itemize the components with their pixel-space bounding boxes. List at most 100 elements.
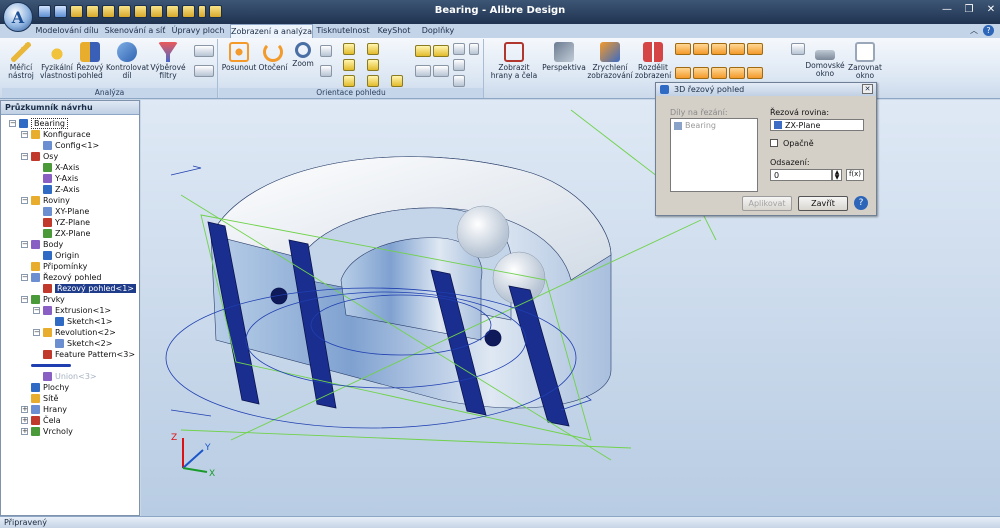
view-left-button-icon[interactable] — [343, 59, 355, 71]
tree-expander-icon[interactable]: + — [21, 406, 28, 413]
tree-item[interactable]: − Prvky — [21, 294, 65, 305]
tree-item[interactable]: − Roviny — [21, 195, 70, 206]
tab-tisknutelnost[interactable]: Tisknutelnost — [316, 24, 370, 38]
apply-button[interactable]: Aplikovat — [742, 196, 792, 211]
tree-item[interactable]: − Řezový pohled — [21, 272, 102, 283]
offset-field[interactable]: 0 — [770, 169, 832, 181]
orient-rotate-right-icon[interactable] — [433, 45, 449, 57]
tab-doplnky[interactable]: Doplňky — [418, 24, 458, 38]
view-bottom-button-icon[interactable] — [367, 75, 379, 87]
style-icon-1[interactable] — [675, 43, 691, 55]
tree-item[interactable]: X-Axis — [33, 162, 79, 173]
orient-reset-icon[interactable] — [453, 75, 465, 87]
orient-settings-icon[interactable] — [453, 59, 465, 71]
tree-item[interactable]: Z-Axis — [33, 184, 80, 195]
tree-expander-icon[interactable]: − — [21, 197, 28, 204]
tree-item[interactable]: − Body — [21, 239, 63, 250]
tree-item[interactable]: − Osy — [21, 151, 58, 162]
measure-tool-button[interactable]: Měřicí nástroj — [4, 42, 38, 80]
show-edges-faces-button[interactable]: Zobrazit hrany a čela — [487, 42, 541, 80]
tree-item[interactable]: Sketch<1> — [45, 316, 112, 327]
check-part-button[interactable]: Kontrolovat díl — [106, 42, 149, 80]
style-icon-7[interactable] — [693, 67, 709, 79]
tree-item[interactable]: Sketch<2> — [45, 338, 112, 349]
camera-icon[interactable] — [453, 43, 465, 55]
orient-left-arrow-icon[interactable] — [415, 65, 431, 77]
zoom-in-icon[interactable] — [320, 45, 332, 57]
align-view-button[interactable]: Zarovnat okno — [845, 42, 885, 80]
tree-item[interactable]: YZ-Plane — [33, 217, 90, 228]
tree-item[interactable]: Y-Axis — [33, 173, 78, 184]
view-back-button-icon[interactable] — [367, 43, 379, 55]
tree-expander-icon[interactable]: − — [21, 274, 28, 281]
fx-button[interactable]: f(x) — [846, 169, 864, 181]
close-button[interactable]: Zavřít — [798, 196, 848, 211]
tab-upravy-ploch[interactable]: Úpravy ploch — [170, 24, 226, 38]
tree-item[interactable]: Union<3> — [33, 371, 97, 382]
tree-item[interactable]: ZX-Plane — [33, 228, 90, 239]
tab-modelovani-dilu[interactable]: Modelování dílu — [34, 24, 100, 38]
view-front-button-icon[interactable] — [343, 43, 355, 55]
tree-expander-icon[interactable]: + — [21, 417, 28, 424]
tree-expander-icon[interactable]: − — [9, 120, 16, 127]
tab-skenovani-a-sit[interactable]: Skenování a síť — [102, 24, 168, 38]
rotate-button[interactable]: Otočení — [257, 42, 289, 72]
tree-expander-icon[interactable]: − — [21, 131, 28, 138]
style-icon-9[interactable] — [729, 67, 745, 79]
tree-item[interactable]: − Revolution<2> — [33, 327, 116, 338]
tree-item[interactable]: + Čela — [21, 415, 61, 426]
app-menu-orb[interactable]: A — [3, 2, 33, 32]
select-filters-button[interactable]: Výběrové filtry — [148, 42, 188, 80]
tree-expander-icon[interactable]: − — [33, 307, 40, 314]
tab-keyshot[interactable]: KeyShot — [376, 24, 412, 38]
physical-properties-button[interactable]: Fyzikální vlastnosti — [40, 42, 76, 80]
pan-button[interactable]: Posunout — [221, 42, 257, 72]
style-icon-2[interactable] — [693, 43, 709, 55]
eye-icon[interactable] — [469, 43, 479, 55]
style-icon-4[interactable] — [729, 43, 745, 55]
minimize-icon[interactable]: — — [941, 4, 953, 15]
tree-item[interactable]: Připomínky — [21, 261, 87, 272]
ribbon-collapse-icon[interactable]: ︿ — [970, 25, 978, 36]
tree-item[interactable]: + Hrany — [21, 404, 67, 415]
close-icon[interactable]: ✕ — [985, 4, 997, 15]
style-icon-10[interactable] — [747, 67, 763, 79]
light-icon[interactable] — [791, 43, 805, 55]
tree-item[interactable]: Řezový pohled<1> — [33, 283, 136, 294]
tree-item[interactable]: Origin — [33, 250, 79, 261]
orient-right-arrow-icon[interactable] — [433, 65, 449, 77]
render-mode-dropdown[interactable] — [194, 65, 214, 77]
dialog-help-icon[interactable]: ? — [854, 196, 868, 210]
section-view-button[interactable]: Řezový pohled — [74, 42, 106, 80]
tree-item[interactable]: − Bearing — [9, 118, 68, 129]
opposite-checkbox[interactable] — [770, 139, 778, 147]
perspective-button[interactable]: Perspektiva — [541, 42, 587, 72]
style-icon-6[interactable] — [675, 67, 691, 79]
zoom-fit-icon[interactable] — [320, 65, 332, 77]
display-mode-dropdown[interactable] — [194, 45, 214, 57]
style-icon-3[interactable] — [711, 43, 727, 55]
style-icon-8[interactable] — [711, 67, 727, 79]
tree-item[interactable]: − Extrusion<1> — [33, 305, 111, 316]
tree-item[interactable]: Sítě — [21, 393, 58, 404]
tree-item[interactable]: Feature Pattern<3> — [33, 349, 135, 360]
dialog-close-icon[interactable]: ✕ — [862, 84, 873, 94]
plane-field[interactable]: ZX-Plane — [770, 119, 864, 131]
offset-stepper[interactable]: ▲ ▼ — [832, 169, 842, 181]
view-top-button-icon[interactable] — [343, 75, 355, 87]
tree-item[interactable]: XY-Plane — [33, 206, 89, 217]
help-icon[interactable]: ? — [983, 25, 994, 36]
orient-rotate-left-icon[interactable] — [415, 45, 431, 57]
tree-item[interactable]: Plochy — [21, 382, 69, 393]
tree-item[interactable] — [21, 360, 74, 371]
tree-item[interactable]: Config<1> — [33, 140, 99, 151]
speed-display-button[interactable]: Zrychlení zobrazování — [587, 42, 633, 80]
view-right-button-icon[interactable] — [367, 59, 379, 71]
style-icon-5[interactable] — [747, 43, 763, 55]
tree-item[interactable]: + Vrcholy — [21, 426, 73, 437]
view-iso-button-icon[interactable] — [391, 75, 403, 87]
parts-list-item[interactable]: Bearing — [674, 121, 716, 130]
tree-expander-icon[interactable]: − — [21, 296, 28, 303]
split-view-button[interactable]: Rozdělit zobrazení — [633, 42, 673, 80]
tree-expander-icon[interactable]: − — [21, 153, 28, 160]
